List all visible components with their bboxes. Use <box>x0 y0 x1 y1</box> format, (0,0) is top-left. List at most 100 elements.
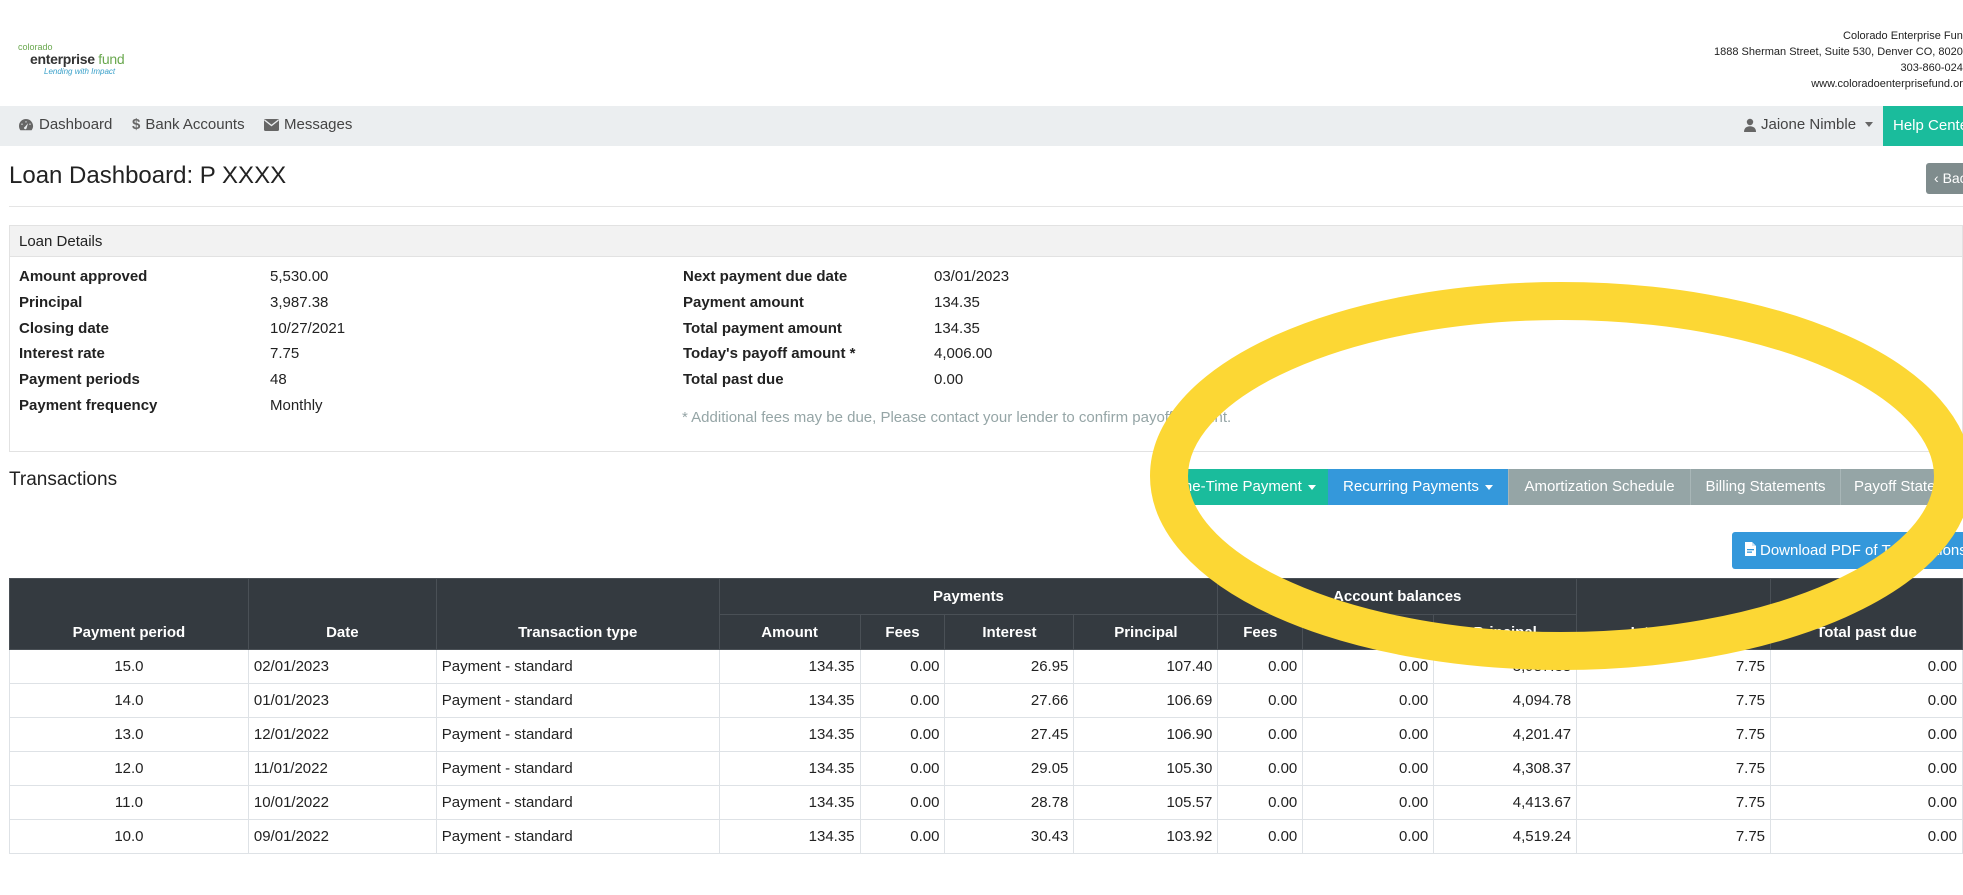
col-balance-fees[interactable]: Fees <box>1217 614 1304 650</box>
col-balance-interest[interactable]: Interest <box>1302 614 1435 650</box>
user-name: Jaione Nimble <box>1761 116 1857 133</box>
nav-dashboard[interactable]: Dashboard <box>18 116 112 133</box>
cell-date: 02/01/2023 <box>247 649 437 684</box>
payoff-statement-button[interactable]: Payoff Statement <box>1840 469 1963 505</box>
cell-fees: 0.00 <box>859 683 946 718</box>
cell-principal: 107.40 <box>1073 649 1219 684</box>
col-total-past-due[interactable]: Total past due <box>1770 578 1963 650</box>
cell-fees: 0.00 <box>859 717 946 752</box>
recurring-payments-label: Recurring Payments <box>1343 478 1479 495</box>
cell-interest: 26.95 <box>944 649 1075 684</box>
col-interest[interactable]: Interest <box>944 614 1075 650</box>
one-time-payment-button[interactable]: One-Time Payment <box>1160 469 1328 505</box>
cell-balance-interest: 0.00 <box>1302 649 1435 684</box>
org-name: Colorado Enterprise Fund <box>1843 30 1963 42</box>
col-payment-period[interactable]: Payment period <box>9 578 249 650</box>
col-amount[interactable]: Amount <box>718 614 861 650</box>
user-icon <box>1744 118 1756 132</box>
detail-value: 0.00 <box>934 371 964 388</box>
detail-value: 5,530.00 <box>270 268 329 285</box>
col-interest-rate[interactable]: Interest rate <box>1576 578 1772 650</box>
detail-label: Total past due <box>683 371 784 388</box>
detail-label: Payment frequency <box>19 397 158 414</box>
detail-value: 4,006.00 <box>934 345 993 362</box>
recurring-payments-button[interactable]: Recurring Payments <box>1328 469 1508 505</box>
cell-balance-principal: 4,413.67 <box>1433 785 1578 820</box>
tachometer-icon <box>19 118 33 130</box>
logo-tagline: Lending with Impact <box>44 67 116 76</box>
cell-past-due: 0.00 <box>1770 819 1963 854</box>
user-menu[interactable]: Jaione Nimble <box>1744 116 1874 133</box>
help-center-button[interactable]: Help Center <box>1883 106 1963 146</box>
table-row: 11.0 10/01/2022 Payment - standard 134.3… <box>9 785 1963 820</box>
table-row: 10.0 09/01/2022 Payment - standard 134.3… <box>9 819 1963 854</box>
group-payments: Payments <box>718 578 1219 615</box>
brand-logo[interactable]: colorado enterprise fund Lending with Im… <box>18 42 128 76</box>
detail-value: 7.75 <box>270 345 300 362</box>
nav-messages[interactable]: Messages <box>264 116 352 133</box>
detail-value: 10/27/2021 <box>270 320 346 337</box>
billing-statements-button[interactable]: Billing Statements <box>1690 469 1840 505</box>
cell-period: 14.0 <box>9 683 249 718</box>
cell-type: Payment - standard <box>435 785 720 820</box>
cell-fees: 0.00 <box>859 751 946 786</box>
detail-label: Payment amount <box>683 294 804 311</box>
cell-fees: 0.00 <box>859 785 946 820</box>
cell-amount: 134.35 <box>718 785 861 820</box>
cell-rate: 7.75 <box>1576 649 1772 684</box>
cell-period: 15.0 <box>9 649 249 684</box>
detail-label: Today's payoff amount * <box>683 345 856 362</box>
loan-details-heading: Loan Details <box>19 233 103 250</box>
cell-interest: 27.66 <box>944 683 1075 718</box>
cell-principal: 103.92 <box>1073 819 1219 854</box>
cell-amount: 134.35 <box>718 649 861 684</box>
nav-bank-accounts[interactable]: $ Bank Accounts <box>132 116 245 133</box>
download-pdf-button[interactable]: Download PDF of Transactions <box>1732 532 1963 569</box>
detail-label: Total payment amount <box>683 320 842 337</box>
envelope-icon <box>264 118 279 131</box>
org-phone: 303-860-0242 <box>1900 62 1963 74</box>
col-transaction-type[interactable]: Transaction type <box>435 578 720 650</box>
dollar-icon: $ <box>132 116 141 133</box>
detail-value: 03/01/2023 <box>934 268 1010 285</box>
cell-period: 13.0 <box>9 717 249 752</box>
cell-type: Payment - standard <box>435 649 720 684</box>
cell-date: 11/01/2022 <box>247 751 437 786</box>
table-row: 12.0 11/01/2022 Payment - standard 134.3… <box>9 751 1963 786</box>
logo-main-text: enterprise fund <box>30 51 125 67</box>
cell-past-due: 0.00 <box>1770 649 1963 684</box>
col-balance-principal[interactable]: Principal <box>1433 614 1578 650</box>
col-fees[interactable]: Fees <box>859 614 946 650</box>
cell-balance-fees: 0.00 <box>1217 751 1304 786</box>
cell-past-due: 0.00 <box>1770 785 1963 820</box>
cell-balance-interest: 0.00 <box>1302 751 1435 786</box>
col-principal[interactable]: Principal <box>1073 614 1219 650</box>
cell-interest: 28.78 <box>944 785 1075 820</box>
detail-value: Monthly <box>270 397 323 414</box>
cell-balance-interest: 0.00 <box>1302 819 1435 854</box>
logo-main-word: enterprise <box>30 51 95 67</box>
chevron-left-icon: ‹ <box>1934 170 1943 186</box>
detail-value: 48 <box>270 371 287 388</box>
cell-balance-interest: 0.00 <box>1302 683 1435 718</box>
cell-balance-fees: 0.00 <box>1217 683 1304 718</box>
amortization-schedule-button[interactable]: Amortization Schedule <box>1508 469 1690 505</box>
detail-label: Amount approved <box>19 268 148 285</box>
back-button[interactable]: ‹ Back <box>1926 163 1963 194</box>
cell-rate: 7.75 <box>1576 785 1772 820</box>
file-pdf-icon <box>1745 542 1756 556</box>
detail-value: 134.35 <box>934 294 980 311</box>
caret-down-icon <box>1307 484 1316 490</box>
cell-date: 09/01/2022 <box>247 819 437 854</box>
org-address: 1888 Sherman Street, Suite 530, Denver C… <box>1714 46 1963 58</box>
top-nav: Dashboard $ Bank Accounts Messages Jaion… <box>0 106 1963 146</box>
transactions-heading: Transactions <box>9 469 118 490</box>
cell-balance-principal: 4,308.37 <box>1433 751 1578 786</box>
detail-value: 134.35 <box>934 320 980 337</box>
cell-type: Payment - standard <box>435 717 720 752</box>
nav-messages-label: Messages <box>284 116 353 133</box>
caret-down-icon <box>1865 122 1874 127</box>
cell-amount: 134.35 <box>718 683 861 718</box>
col-date[interactable]: Date <box>247 578 437 650</box>
cell-amount: 134.35 <box>718 717 861 752</box>
